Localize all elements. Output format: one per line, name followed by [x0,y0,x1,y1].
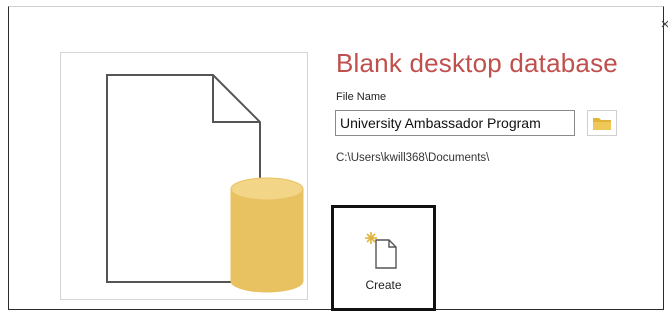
close-icon: × [660,16,668,33]
file-name-input[interactable] [335,110,575,136]
browse-folder-button[interactable] [587,110,617,136]
create-button[interactable]: Create [331,205,436,311]
new-document-icon [365,232,397,269]
dialog-title: Blank desktop database [336,48,618,78]
file-path: C:\Users\kwill368\Documents\ [336,152,490,164]
file-name-label: File Name [336,91,387,103]
create-label: Create [365,278,402,292]
close-button[interactable]: × [657,17,668,33]
database-cylinder-body [230,188,304,293]
folder-icon [593,118,611,130]
sparkle-icon [365,232,377,244]
blank-database-dialog: × Blank desktop database File Name C:\Us… [8,6,668,311]
database-preview [60,52,308,300]
database-cylinder-top [230,177,304,201]
database-document-icon [106,74,304,293]
